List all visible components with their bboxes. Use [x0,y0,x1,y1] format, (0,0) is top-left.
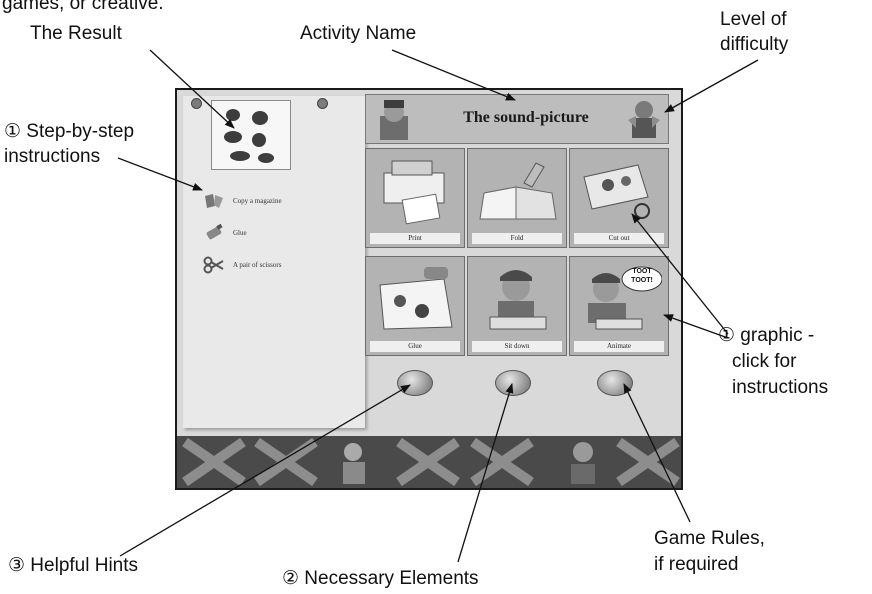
callout-graphic-line2: click for [732,351,797,372]
speech-bubble-text: TOOT TOOT! [631,268,653,284]
step-item[interactable]: Glue [203,224,247,242]
callout-activity-name: Activity Name [300,23,417,44]
printer-icon [383,160,445,225]
decorative-bottom-bar [177,436,681,488]
cross-decoration-icon [254,438,318,486]
callout-step-line1: ① Step-by-step [4,121,135,142]
instruction-tile-cut-out[interactable]: Cut out [569,148,669,248]
callout-game-rules-line1: Game Rules, [654,528,765,549]
cross-decoration-icon [396,438,460,486]
step-item[interactable]: A pair of scissors [203,256,281,274]
tile-caption: Sit down [472,341,562,352]
instruction-tile-animate[interactable]: TOOT TOOT! Animate [569,256,669,356]
cross-decoration-icon [616,438,680,486]
figure-decoration-icon [343,443,365,484]
tile-caption: Glue [370,341,460,352]
result-image[interactable] [211,100,291,170]
activity-name-banner: The sound-picture [365,94,669,144]
callout-game-rules-line2: if required [654,554,739,575]
step-label: A pair of scissors [233,261,282,269]
activity-screen: Copy a magazine Glue A pair of scissors … [175,88,683,490]
character-icon [380,100,408,140]
difficulty-level-icon[interactable] [624,98,664,142]
activity-title: The sound-picture [463,109,589,126]
character-decoration-icon [571,442,595,484]
glue-icon [206,224,223,240]
tile-caption: Print [370,233,460,244]
instruction-tile-print[interactable]: Print [365,148,465,248]
tile-caption: Fold [472,233,562,244]
game-rules-button[interactable] [597,370,633,396]
pin-icon [191,98,202,109]
tile-caption: Animate [574,341,664,352]
callout-level-line2: difficulty [720,34,789,55]
instruction-tile-fold[interactable]: Fold [467,148,567,248]
callout-level-line1: Level of [720,9,787,30]
helpful-hints-button[interactable] [397,370,433,396]
intro-text: games, or creative. [2,0,164,14]
tile-caption: Cut out [574,233,664,244]
pin-icon [317,98,328,109]
callout-the-result: The Result [30,23,122,44]
callout-necessary-elements: ② Necessary Elements [282,568,479,589]
child-drawing-icon [489,270,547,330]
step-label: Glue [233,229,247,237]
cut-out-icon [583,164,650,219]
instruction-tile-sit-down[interactable]: Sit down [467,256,567,356]
callout-helpful-hints: ③ Helpful Hints [8,555,139,576]
cross-decoration-icon [470,438,534,486]
scissors-icon [203,256,224,274]
necessary-elements-button[interactable] [495,370,531,396]
glue-sheet-icon [379,267,453,330]
callout-step-line2: instructions [4,146,101,167]
magazine-icon [205,194,223,208]
cross-decoration-icon [182,438,246,486]
step-label: Copy a magazine [233,197,282,205]
instruction-tile-glue[interactable]: Glue [365,256,465,356]
folded-paper-icon [479,162,557,220]
callout-graphic-line3: instructions [732,377,829,398]
callout-graphic-line1: ① graphic - [718,325,815,346]
step-item[interactable]: Copy a magazine [203,192,282,210]
instruction-sheet: Copy a magazine Glue A pair of scissors [183,96,365,428]
